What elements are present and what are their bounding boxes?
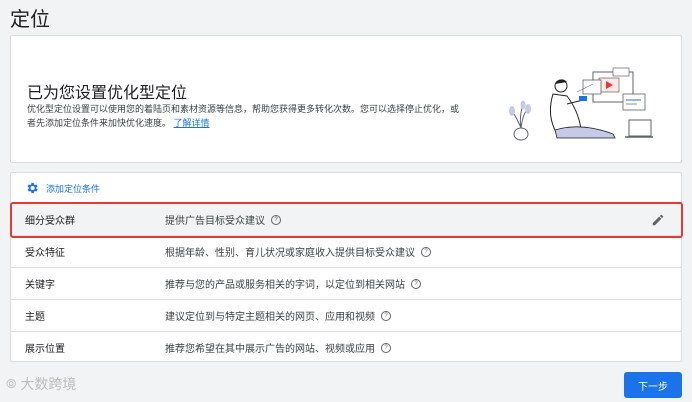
description-line-1: 优化型定位设置可以使用您的着陆页和素材资源等信息，帮助您获得更多转化次数。您可以… <box>27 104 460 114</box>
row-name: 细分受众群 <box>25 216 75 227</box>
row-description-text: 根据年龄、性别、育儿状况或家庭收入提供目标受众建议 <box>165 248 415 259</box>
targeting-row-keywords[interactable]: 关键字 推荐与您的产品或服务相关的字词，以定位到相关网站 ? <box>11 267 681 299</box>
row-name: 受众特征 <box>25 248 65 259</box>
help-icon[interactable]: ? <box>411 278 421 289</box>
next-step-button[interactable]: 下一步 <box>624 372 682 398</box>
edit-pencil-icon[interactable] <box>651 213 665 227</box>
row-name: 展示位置 <box>25 344 65 355</box>
row-description: 根据年龄、性别、育儿状况或家庭收入提供目标受众建议 ? <box>165 244 431 259</box>
learn-more-link[interactable]: 了解详情 <box>174 118 210 128</box>
add-targeting-button[interactable]: 添加定位条件 <box>11 173 681 203</box>
watermark-text: 大数跨境 <box>20 376 77 392</box>
row-description: 推荐与您的产品或服务相关的字词，以定位到相关网站 ? <box>165 276 421 291</box>
page-title: 定位 <box>10 9 50 31</box>
optimized-targeting-card: 已为您设置优化型定位 优化型定位设置可以使用您的着陆页和素材资源等信息，帮助您获… <box>10 35 682 163</box>
targeting-row-audience-segments[interactable]: 细分受众群 提供广告目标受众建议 ? <box>11 203 681 235</box>
optimized-targeting-description: 优化型定位设置可以使用您的着陆页和素材资源等信息，帮助您获得更多转化次数。您可以… <box>27 102 487 130</box>
help-icon[interactable]: ? <box>271 214 281 225</box>
add-targeting-label: 添加定位条件 <box>46 183 101 194</box>
plant-icon <box>509 100 531 141</box>
description-line-2: 者先添加定位条件来加快优化速度。 <box>27 118 172 128</box>
laptop-icon <box>625 119 653 138</box>
help-icon[interactable]: ? <box>381 342 391 353</box>
targeting-row-demographics[interactable]: 受众特征 根据年龄、性别、育儿状况或家庭收入提供目标受众建议 ? <box>11 235 681 267</box>
watermark-logo-icon: ⦾ <box>6 376 17 391</box>
row-description: 推荐您希望在其中展示广告的网站、视频或应用 ? <box>165 340 391 355</box>
targeting-row-topics[interactable]: 主题 建议定位到与特定主题相关的网页、应用和视频 ? <box>11 299 681 331</box>
row-description-text: 建议定位到与特定主题相关的网页、应用和视频 <box>165 312 375 323</box>
optimized-targeting-heading: 已为您设置优化型定位 <box>27 85 188 102</box>
help-icon[interactable]: ? <box>421 246 431 257</box>
gear-icon <box>27 182 38 194</box>
row-name: 关键字 <box>25 280 55 291</box>
row-description: 建议定位到与特定主题相关的网页、应用和视频 ? <box>165 308 391 323</box>
help-icon[interactable]: ? <box>381 310 391 321</box>
targeting-list-card: 添加定位条件 细分受众群 提供广告目标受众建议 ? 受众特征 根据年龄、性别、育… <box>10 172 682 362</box>
targeting-row-placements[interactable]: 展示位置 推荐您希望在其中展示广告的网站、视频或应用 ? <box>11 331 681 363</box>
row-name: 主题 <box>25 312 45 323</box>
floating-screens-icon <box>576 67 646 111</box>
row-description-text: 推荐与您的产品或服务相关的字词，以定位到相关网站 <box>165 280 405 291</box>
row-description-text: 提供广告目标受众建议 <box>165 216 265 227</box>
row-description-text: 推荐您希望在其中展示广告的网站、视频或应用 <box>165 344 375 355</box>
person-with-laptop-illustration <box>509 67 653 141</box>
watermark: ⦾ 大数跨境 <box>6 374 76 394</box>
row-description: 提供广告目标受众建议 ? <box>165 212 281 227</box>
